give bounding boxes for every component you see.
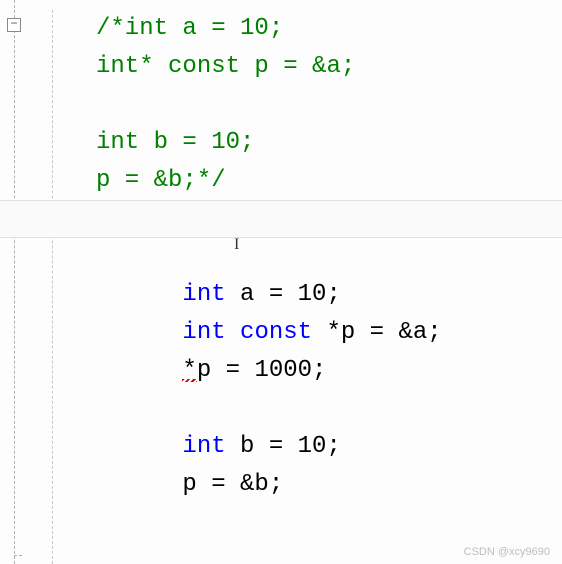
fold-minus-icon[interactable]: − [7,18,21,32]
code-line[interactable]: int* const p = &a; [52,48,562,86]
code-area[interactable]: /*int a = 10; int* const p = &a; int b =… [40,0,562,564]
watermark: CSDN @xcy9690 [464,546,550,558]
fold-end-marker [14,555,22,556]
code-line[interactable]: p = &b;*/ [52,162,562,200]
code-line[interactable]: int b = 10; [52,390,562,428]
code-line[interactable]: int a = 10; I [52,238,562,276]
code-line[interactable]: /*int a = 10; [52,10,562,48]
code-line[interactable]: int b = 10; [52,124,562,162]
fold-guide-line [14,0,15,564]
code-line[interactable] [52,86,562,124]
code-editor[interactable]: − /*int a = 10; int* const p = &a; int b… [0,0,562,564]
code-line[interactable]: int const *p = &a; [52,276,562,314]
code-text: p = &b; [182,471,283,498]
code-line[interactable]: p = &b; [52,428,562,466]
gutter: − [0,0,40,564]
cursor-line[interactable] [0,200,562,238]
code-line[interactable] [52,352,562,390]
code-line[interactable]: *p = 1000; [52,314,562,352]
